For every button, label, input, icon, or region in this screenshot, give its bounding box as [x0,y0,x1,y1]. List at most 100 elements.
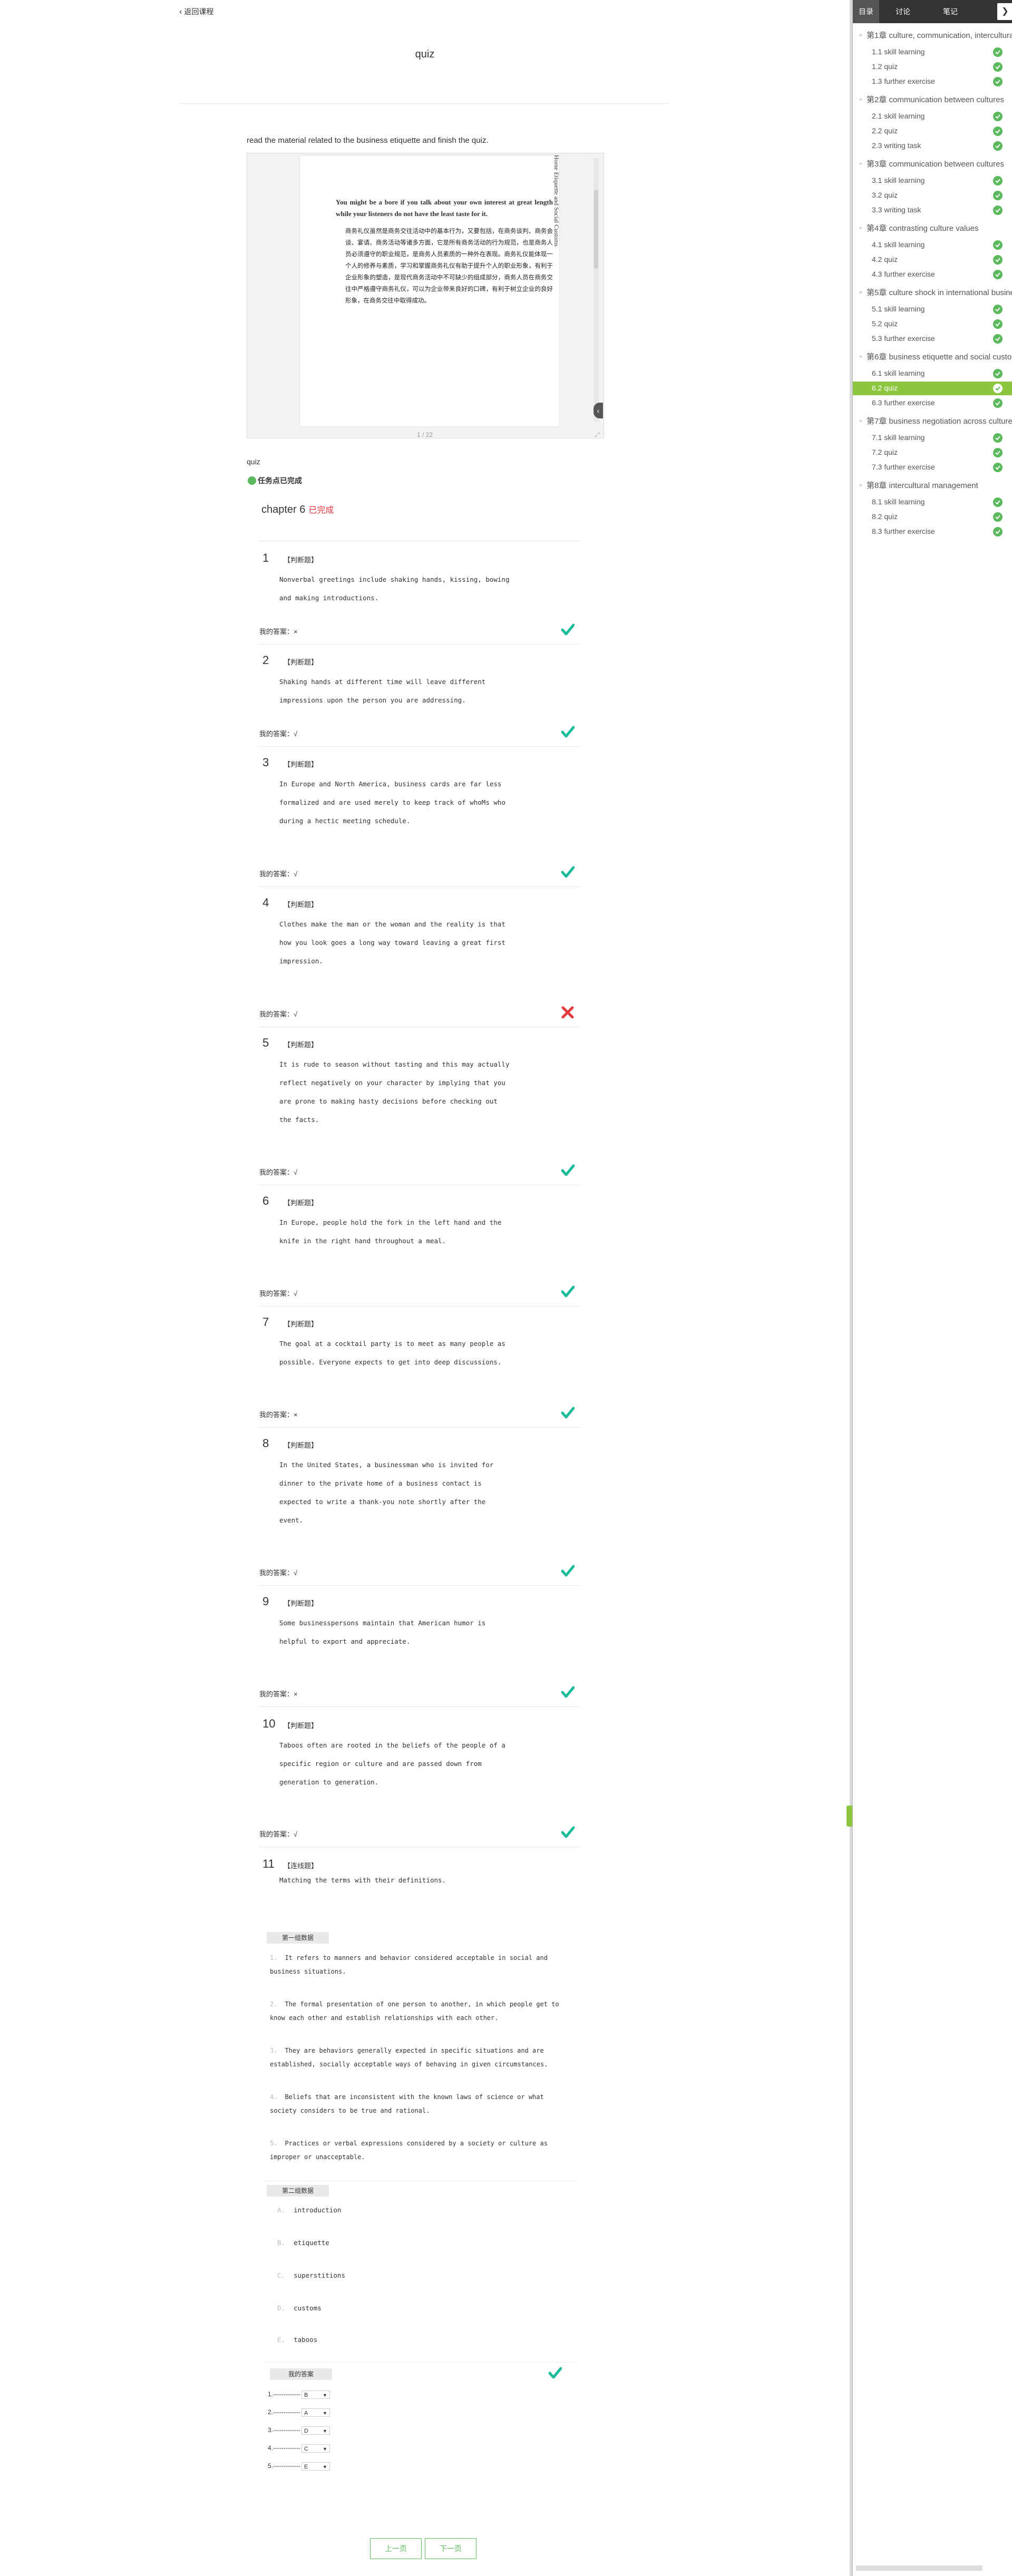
sidebar-chapter[interactable]: ^ 第4章 contrasting culture values [853,222,1012,236]
question-item: 8 【判断题】 In the United States, a businessma… [258,1437,581,1586]
tab-notes[interactable]: 笔记 [932,0,969,23]
question-item: 3 【判断题】 In Europe and North America, busin… [258,756,581,887]
sidebar-item[interactable]: 8.2 quiz [853,510,1012,524]
document-scrollbar[interactable] [593,158,599,422]
my-answer: 我的答案：× [259,1690,298,1698]
question-type: 【连线题】 [284,1862,318,1870]
document-heading: You might be a bore if you talk about yo… [336,198,553,218]
sidebar-item[interactable]: 1.2 quiz [853,60,1012,74]
completed-check-icon [993,270,1003,279]
question-text: Some businesspersons maintain that Ameri… [279,1619,486,1645]
completed-check-icon [993,77,1003,86]
sidebar-item[interactable]: 8.3 further exercise [853,525,1012,539]
sidebar-item[interactable]: 1.3 further exercise [853,75,1012,89]
sidebar-chapter[interactable]: ^ 第2章 communication between cultures [853,94,1012,108]
completed-check-icon [993,112,1003,121]
sidebar-tabs: 目录 讨论 笔记 ❯ [853,0,1012,23]
definition-item: 1. It refers to manners and behavior cons… [270,1954,548,1975]
sidebar-chapter[interactable]: ^ 第1章 culture, communication, intercultur… [853,30,1012,43]
next-page-arrow-icon[interactable]: ‹ [593,403,603,418]
sidebar-item[interactable]: 7.3 further exercise [853,461,1012,474]
sidebar-item[interactable]: 7.1 skill learning [853,431,1012,445]
chevron-left-icon: ‹ [179,7,182,16]
question-number: 4 [262,896,269,909]
my-answer: 我的答案：√ [259,730,298,738]
main-content: ‹ 返回课程 quiz read the material related to … [0,0,850,2576]
question-type: 【判断题】 [284,658,318,666]
sidebar-item[interactable]: 5.2 quiz [853,317,1012,331]
caret-up-icon: ^ [859,484,862,490]
section-label: quiz [247,457,260,466]
sidebar-item[interactable]: 2.1 skill learning [853,110,1012,123]
tab-catalog[interactable]: 目录 [853,0,879,23]
caret-up-icon: ^ [859,162,862,168]
answer-select[interactable]: C ▼ [301,2444,330,2453]
completed-check-icon [993,191,1003,200]
answer-select[interactable]: E ▼ [301,2462,330,2471]
sidebar-item[interactable]: 2.2 quiz [853,124,1012,138]
sidebar-item[interactable]: 6.3 further exercise [853,396,1012,410]
sidebar-chapter[interactable]: ^ 第5章 culture shock in international busi… [853,287,1012,300]
sidebar-item[interactable]: 2.3 writing task [853,139,1012,153]
back-to-course-link[interactable]: ‹ 返回课程 [179,6,213,17]
sidebar-item[interactable]: 4.3 further exercise [853,268,1012,281]
prev-page-button[interactable]: 上一页 [370,2538,422,2559]
sidebar-item[interactable]: 6.2 quiz [853,382,1012,395]
sidebar-item[interactable]: 6.1 skill learning [853,367,1012,380]
sidebar-scrollbar[interactable] [856,2565,982,2571]
question-type: 【判断题】 [284,1722,318,1730]
sidebar-item[interactable]: 8.1 skill learning [853,495,1012,509]
sidebar-item[interactable]: 5.3 further exercise [853,332,1012,346]
back-label: 返回课程 [184,7,214,16]
group-label: 第二组数据 [267,2185,329,2197]
completed-check-icon [993,448,1003,457]
completed-check-icon [993,497,1003,507]
completed-check-icon [993,47,1003,57]
sidebar-chapter[interactable]: ^ 第8章 intercultural management [853,480,1012,493]
tab-discussion[interactable]: 讨论 [884,0,921,23]
definition-item: 5. Practices or verbal expressions consid… [270,2140,548,2161]
collapse-sidebar-icon[interactable]: ❯ [997,3,1012,20]
answer-blank: 5.------------- E ▼ [268,2462,330,2471]
sidebar-item[interactable]: 3.2 quiz [853,189,1012,202]
document-viewer[interactable]: You might be a bore if you talk about yo… [247,153,604,438]
answer-select[interactable]: A ▼ [301,2408,330,2417]
my-answer: 我的答案：√ [259,1010,298,1018]
wrong-cross-icon [561,1006,575,1019]
divider [179,103,669,104]
sidebar-chapter[interactable]: ^ 第7章 business negotiation across culture… [853,415,1012,429]
caret-up-icon: ^ [859,98,862,104]
sidebar-chapter[interactable]: ^ 第3章 communication between cultures [853,158,1012,172]
my-answer: 我的答案：√ [259,1569,298,1577]
question-type: 【判断题】 [284,556,318,564]
sidebar-item[interactable]: 1.1 skill learning [853,45,1012,59]
divider [258,1706,581,1707]
completed-check-icon [993,334,1003,344]
answer-select[interactable]: B ▼ [301,2390,330,2399]
sidebar-item[interactable]: 7.2 quiz [853,446,1012,460]
sidebar-chapter[interactable]: ^ 第6章 business etiquette and social custo… [853,351,1012,365]
correct-check-icon [561,1406,575,1420]
chevron-down-icon: ▼ [323,2464,327,2470]
next-page-button[interactable]: 下一页 [425,2538,476,2559]
group-label: 第一组数据 [267,1932,329,1944]
sidebar-item[interactable]: 4.1 skill learning [853,238,1012,252]
sidebar-item[interactable]: 3.1 skill learning [853,174,1012,188]
question-number: 10 [262,1717,276,1730]
document-body: 商务礼仪虽然是商务交往活动中的基本行为，又要包括，在商务谈判、商务会谈、宴请、商… [345,227,553,304]
divider [264,2362,578,2363]
question-number: 7 [262,1315,269,1329]
definition-item: 2. The formal presentation of one person … [270,2001,559,2022]
fullscreen-icon[interactable]: ⤢ [595,431,600,439]
sidebar-item[interactable]: 4.2 quiz [853,253,1012,267]
answer-select[interactable]: D ▼ [301,2426,330,2435]
sidebar-item[interactable]: 3.3 writing task [853,203,1012,217]
my-answer: 我的答案：√ [259,1830,298,1838]
caret-up-icon: ^ [859,355,862,361]
option-item: D. customs [277,2304,322,2312]
my-answer: 我的答案：√ [259,1290,298,1297]
sidebar-item[interactable]: 5.1 skill learning [853,303,1012,316]
question-text: Nonverbal greetings include shaking hand… [279,575,510,602]
question-text: Matching the terms with their definition… [279,1876,446,1884]
question-number: 9 [262,1595,269,1608]
